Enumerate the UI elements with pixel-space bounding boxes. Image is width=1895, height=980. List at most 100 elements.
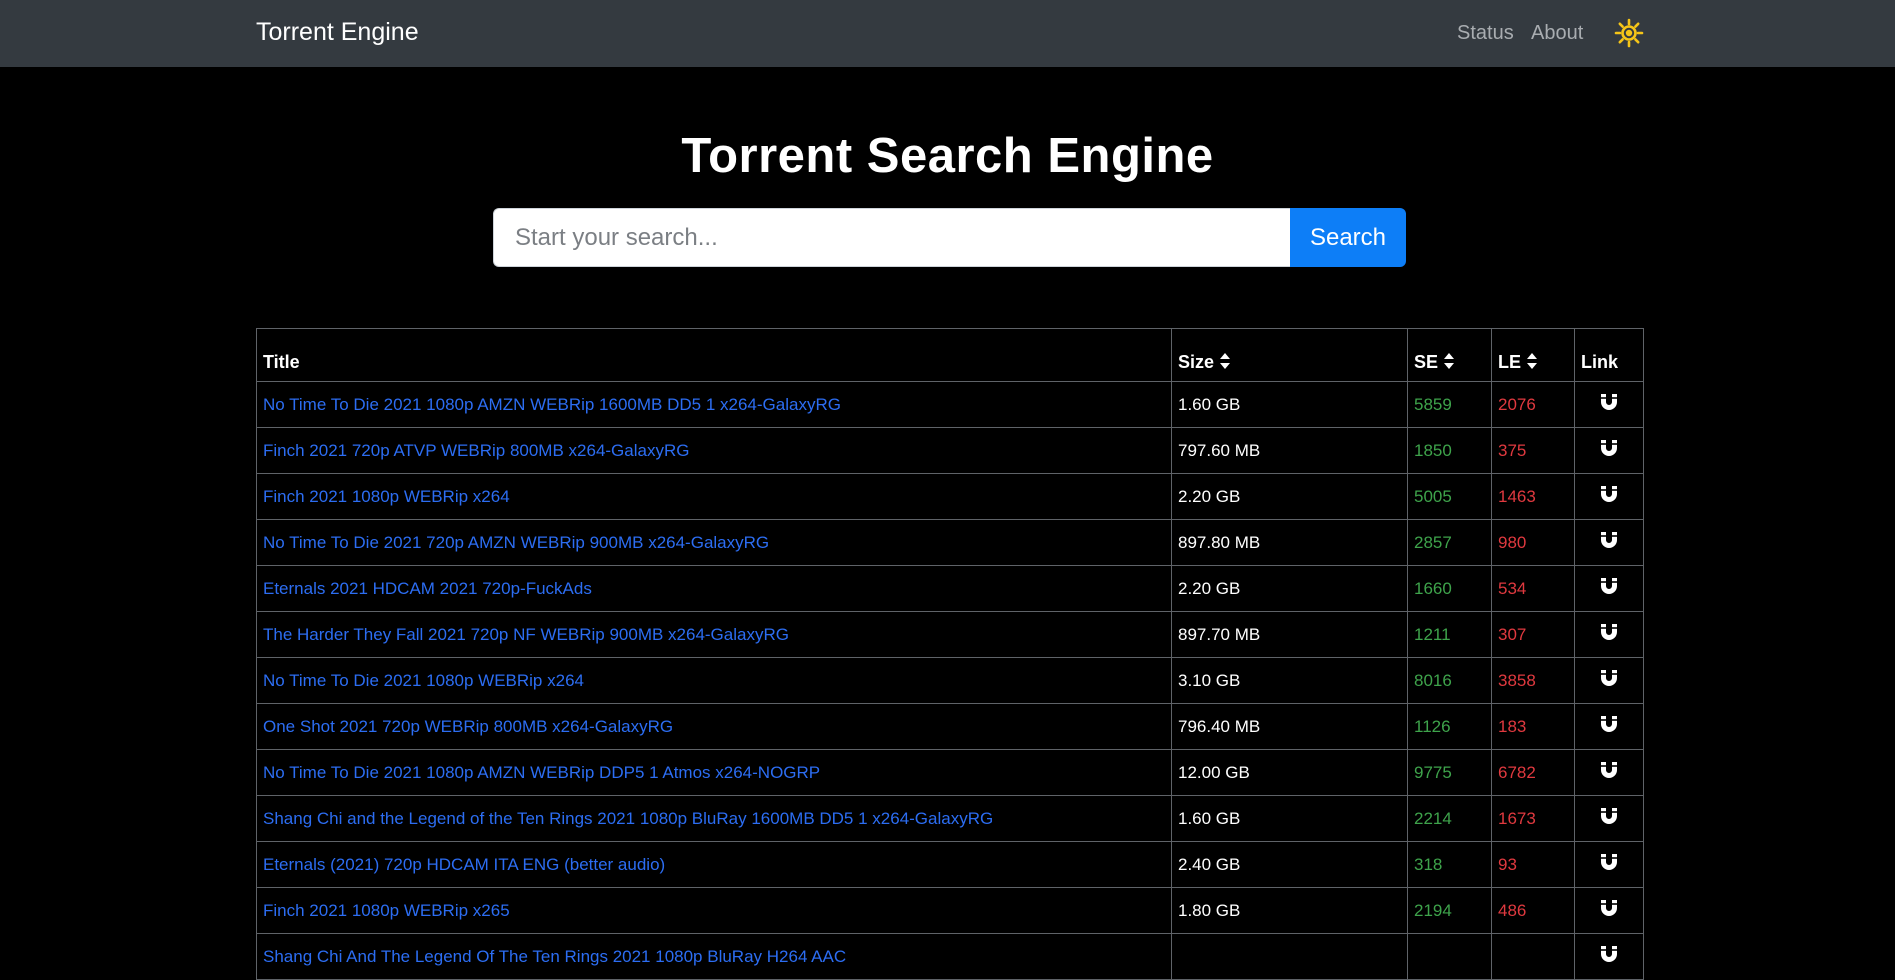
magnet-icon[interactable] xyxy=(1599,530,1619,550)
table-row: No Time To Die 2021 1080p WEBRip x264 3.1… xyxy=(256,657,1644,704)
link-cell xyxy=(1574,565,1644,612)
sort-icon[interactable] xyxy=(1219,352,1231,370)
size-cell: 12.00 GB xyxy=(1171,749,1408,796)
column-header-le-label: LE xyxy=(1498,352,1522,372)
seeders-cell: 2194 xyxy=(1407,887,1492,934)
table-row: Finch 2021 1080p WEBRip x265 1.80 GB 2194 4… xyxy=(256,887,1644,934)
leechers-cell: 1463 xyxy=(1491,473,1575,520)
table-row: Shang Chi And The Legend Of The Ten Ring… xyxy=(256,933,1644,980)
seeders-cell xyxy=(1407,933,1492,980)
seeders-cell: 2214 xyxy=(1407,795,1492,842)
size-cell: 2.40 GB xyxy=(1171,841,1408,888)
leechers-cell: 3858 xyxy=(1491,657,1575,704)
leechers-cell: 2076 xyxy=(1491,381,1575,428)
magnet-icon[interactable] xyxy=(1599,852,1619,872)
link-cell xyxy=(1574,933,1644,980)
torrent-title-link[interactable]: The Harder They Fall 2021 720p NF WEBRip… xyxy=(263,625,789,644)
seeders-cell: 1850 xyxy=(1407,427,1492,474)
magnet-icon[interactable] xyxy=(1599,484,1619,504)
leechers-cell: 1673 xyxy=(1491,795,1575,842)
seeders-cell: 2857 xyxy=(1407,519,1492,566)
size-cell: 796.40 MB xyxy=(1171,703,1408,750)
torrent-title-link[interactable]: No Time To Die 2021 1080p AMZN WEBRip 16… xyxy=(263,395,841,414)
link-cell xyxy=(1574,887,1644,934)
seeders-cell: 9775 xyxy=(1407,749,1492,796)
leechers-cell: 93 xyxy=(1491,841,1575,888)
size-cell: 797.60 MB xyxy=(1171,427,1408,474)
title-cell: Shang Chi And The Legend Of The Ten Ring… xyxy=(256,933,1172,980)
table-row: Finch 2021 720p ATVP WEBRip 800MB x264-G… xyxy=(256,427,1644,474)
column-header-se[interactable]: SE xyxy=(1407,328,1492,382)
column-header-le[interactable]: LE xyxy=(1491,328,1575,382)
leechers-cell: 534 xyxy=(1491,565,1575,612)
magnet-icon[interactable] xyxy=(1599,714,1619,734)
size-cell: 897.80 MB xyxy=(1171,519,1408,566)
leechers-cell: 486 xyxy=(1491,887,1575,934)
table-row: One Shot 2021 720p WEBRip 800MB x264-Gal… xyxy=(256,703,1644,750)
magnet-icon[interactable] xyxy=(1599,944,1619,964)
magnet-icon[interactable] xyxy=(1599,392,1619,412)
seeders-cell: 8016 xyxy=(1407,657,1492,704)
results-table: Title Size SE LE Link No Time To Die 202… xyxy=(256,328,1644,980)
magnet-icon[interactable] xyxy=(1599,622,1619,642)
sort-icon[interactable] xyxy=(1443,352,1455,370)
brand-link[interactable]: Torrent Engine xyxy=(256,18,419,47)
magnet-icon[interactable] xyxy=(1599,576,1619,596)
seeders-cell: 1660 xyxy=(1407,565,1492,612)
seeders-cell: 1126 xyxy=(1407,703,1492,750)
torrent-title-link[interactable]: Eternals (2021) 720p HDCAM ITA ENG (bett… xyxy=(263,855,665,874)
link-cell xyxy=(1574,427,1644,474)
title-cell: Finch 2021 1080p WEBRip x264 xyxy=(256,473,1172,520)
table-row: The Harder They Fall 2021 720p NF WEBRip… xyxy=(256,611,1644,658)
leechers-cell: 375 xyxy=(1491,427,1575,474)
search-input[interactable] xyxy=(493,208,1290,267)
magnet-icon[interactable] xyxy=(1599,806,1619,826)
table-row: No Time To Die 2021 720p AMZN WEBRip 900… xyxy=(256,519,1644,566)
title-cell: Shang Chi and the Legend of the Ten Ring… xyxy=(256,795,1172,842)
size-cell xyxy=(1171,933,1408,980)
torrent-title-link[interactable]: Finch 2021 1080p WEBRip x264 xyxy=(263,487,510,506)
nav-link-status[interactable]: Status xyxy=(1457,22,1514,45)
title-cell: Finch 2021 720p ATVP WEBRip 800MB x264-G… xyxy=(256,427,1172,474)
seeders-cell: 318 xyxy=(1407,841,1492,888)
search-bar: Search xyxy=(493,208,1406,267)
seeders-cell: 5005 xyxy=(1407,473,1492,520)
leechers-cell: 307 xyxy=(1491,611,1575,658)
size-cell: 1.60 GB xyxy=(1171,795,1408,842)
title-cell: Finch 2021 1080p WEBRip x265 xyxy=(256,887,1172,934)
column-header-size[interactable]: Size xyxy=(1171,328,1408,382)
title-cell: No Time To Die 2021 1080p AMZN WEBRip DD… xyxy=(256,749,1172,796)
seeders-cell: 5859 xyxy=(1407,381,1492,428)
torrent-title-link[interactable]: Finch 2021 720p ATVP WEBRip 800MB x264-G… xyxy=(263,441,689,460)
nav-link-about[interactable]: About xyxy=(1531,22,1583,45)
magnet-icon[interactable] xyxy=(1599,760,1619,780)
link-cell xyxy=(1574,703,1644,750)
torrent-title-link[interactable]: Finch 2021 1080p WEBRip x265 xyxy=(263,901,510,920)
size-cell: 2.20 GB xyxy=(1171,473,1408,520)
link-cell xyxy=(1574,657,1644,704)
torrent-title-link[interactable]: Shang Chi And The Legend Of The Ten Ring… xyxy=(263,947,846,966)
column-header-link: Link xyxy=(1574,328,1644,382)
sun-icon[interactable] xyxy=(1614,18,1644,48)
magnet-icon[interactable] xyxy=(1599,668,1619,688)
torrent-title-link[interactable]: One Shot 2021 720p WEBRip 800MB x264-Gal… xyxy=(263,717,673,736)
title-cell: No Time To Die 2021 1080p WEBRip x264 xyxy=(256,657,1172,704)
leechers-cell: 183 xyxy=(1491,703,1575,750)
torrent-title-link[interactable]: No Time To Die 2021 1080p WEBRip x264 xyxy=(263,671,584,690)
torrent-title-link[interactable]: No Time To Die 2021 720p AMZN WEBRip 900… xyxy=(263,533,769,552)
size-cell: 2.20 GB xyxy=(1171,565,1408,612)
link-cell xyxy=(1574,749,1644,796)
magnet-icon[interactable] xyxy=(1599,898,1619,918)
magnet-icon[interactable] xyxy=(1599,438,1619,458)
table-row: Eternals (2021) 720p HDCAM ITA ENG (bett… xyxy=(256,841,1644,888)
torrent-title-link[interactable]: Shang Chi and the Legend of the Ten Ring… xyxy=(263,809,993,828)
link-cell xyxy=(1574,795,1644,842)
title-cell: Eternals 2021 HDCAM 2021 720p-FuckAds xyxy=(256,565,1172,612)
sort-icon[interactable] xyxy=(1526,352,1538,370)
column-header-title: Title xyxy=(256,328,1172,382)
search-button[interactable]: Search xyxy=(1290,208,1406,267)
column-header-link-label: Link xyxy=(1581,352,1619,372)
torrent-title-link[interactable]: Eternals 2021 HDCAM 2021 720p-FuckAds xyxy=(263,579,592,598)
torrent-title-link[interactable]: No Time To Die 2021 1080p AMZN WEBRip DD… xyxy=(263,763,820,782)
link-cell xyxy=(1574,473,1644,520)
